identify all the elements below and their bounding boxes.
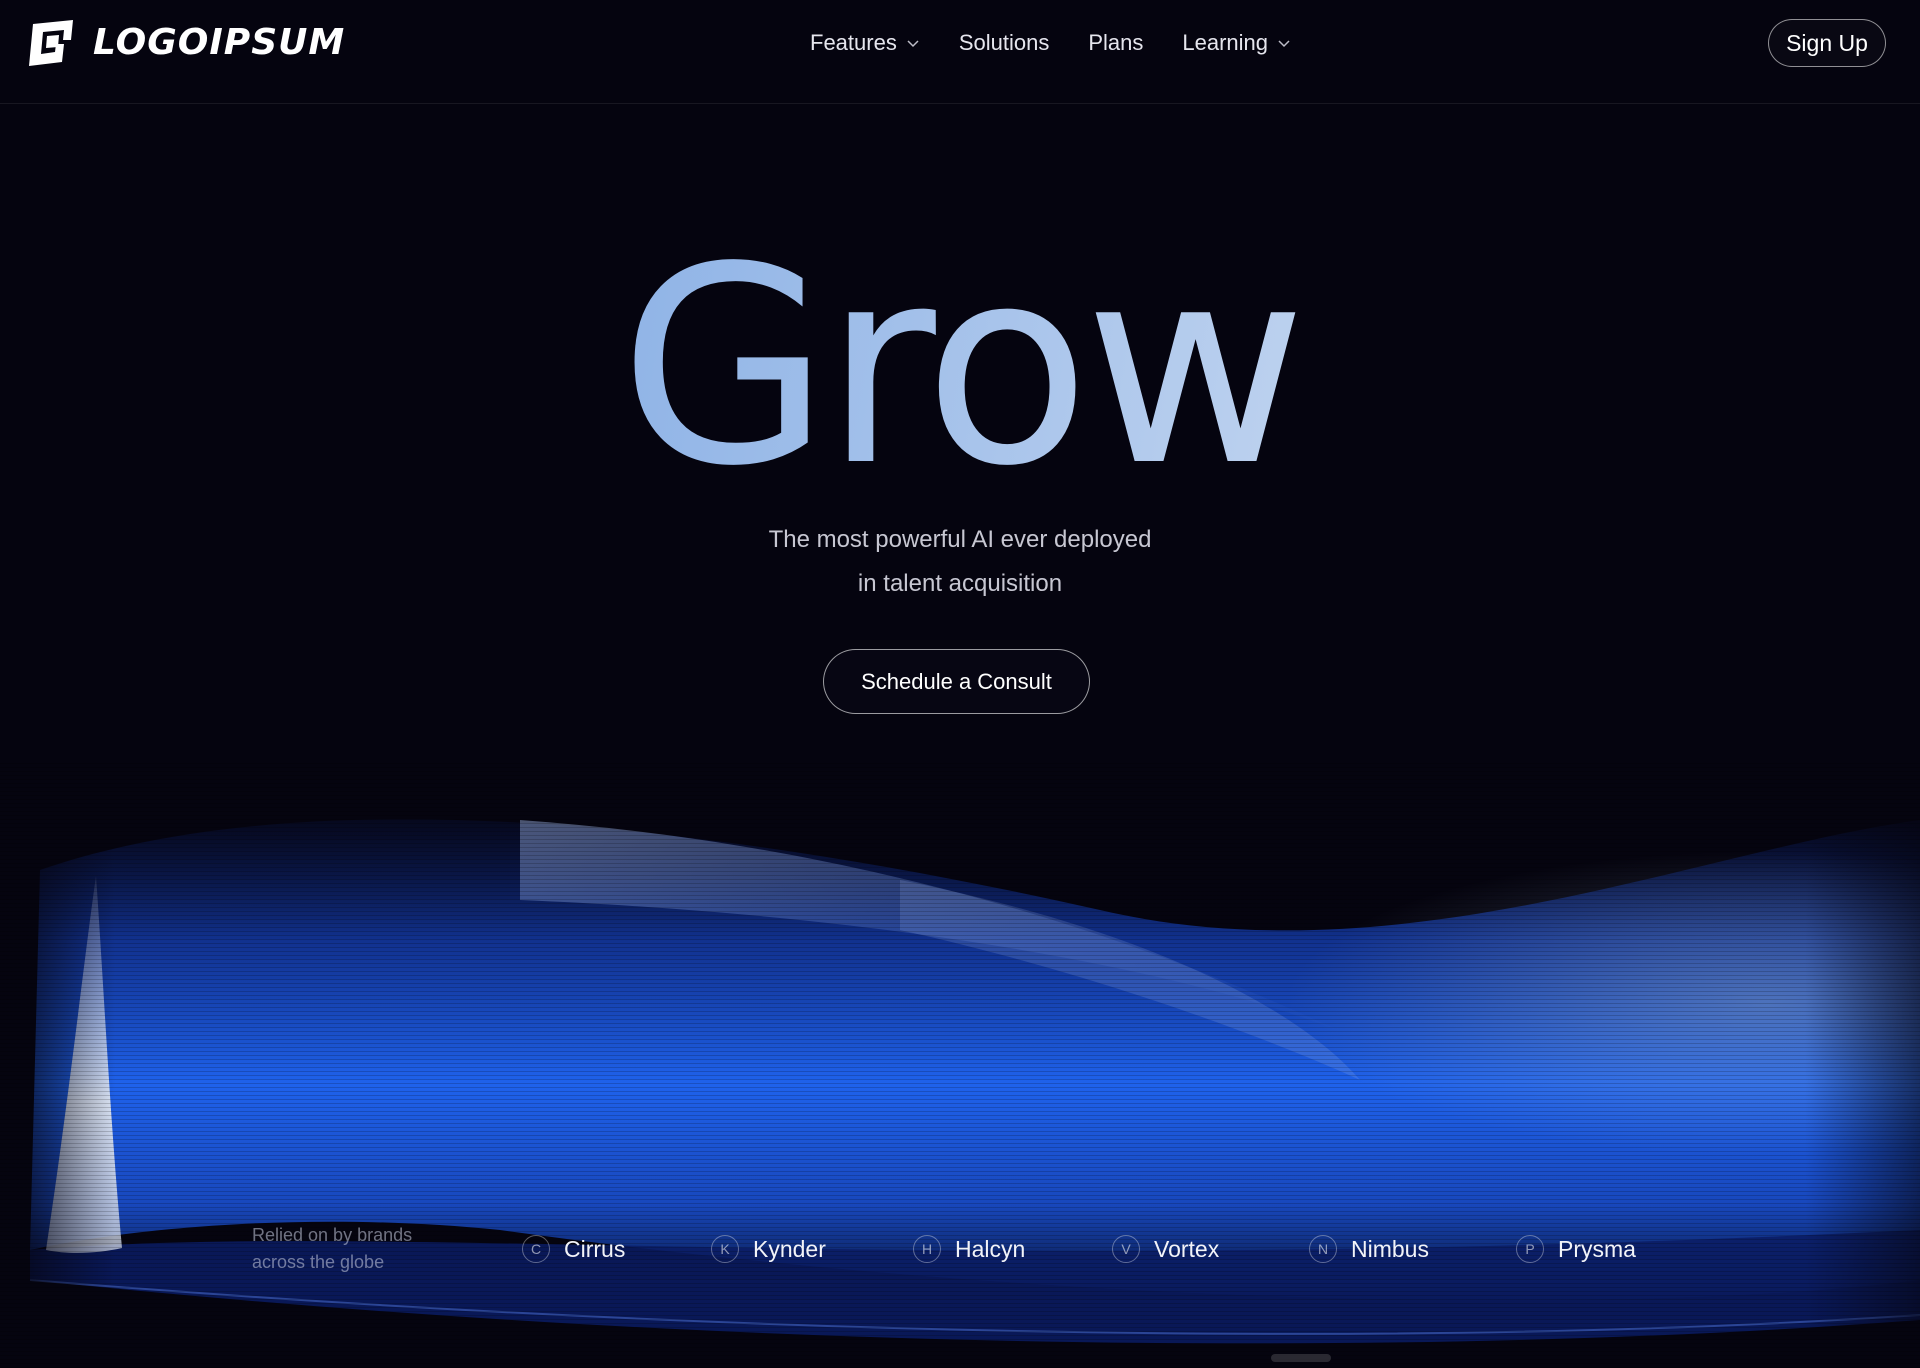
brands-caption-line: Relied on by brands — [252, 1225, 413, 1245]
logo-mark-icon — [29, 20, 73, 66]
chevron-down-icon — [1278, 40, 1290, 48]
site-header: LOGOIPSUM Features Solutions Plans Learn… — [0, 0, 1920, 104]
hero-subtitle-line: The most powerful AI ever deployed — [768, 526, 1152, 553]
brand-name: Kynder — [753, 1235, 826, 1262]
brand-nimbus: N Nimbus — [1309, 1232, 1429, 1266]
brand-initial-badge: V — [1112, 1235, 1140, 1263]
nav-item-solutions[interactable]: Solutions — [959, 30, 1050, 56]
brand-kynder: K Kynder — [711, 1232, 826, 1266]
landing-page: LOGOIPSUM Features Solutions Plans Learn… — [0, 0, 1920, 1368]
logo[interactable]: LOGOIPSUM — [25, 18, 345, 68]
nav-item-label: Features — [810, 30, 897, 55]
main-nav: Features Solutions Plans Learning — [810, 22, 1291, 64]
brand-prysma: P Prysma — [1516, 1232, 1636, 1266]
brand-cirrus: C Cirrus — [522, 1232, 625, 1266]
brand-initial-badge: P — [1516, 1235, 1544, 1263]
nav-item-label: Plans — [1088, 30, 1144, 55]
brand-initial-badge: H — [913, 1235, 941, 1263]
hero-title: Grow — [0, 218, 1920, 518]
nav-item-label: Solutions — [958, 30, 1050, 55]
brand-name: Cirrus — [564, 1235, 626, 1262]
brand-name: Halcyn — [955, 1235, 1026, 1262]
brand-vortex: V Vortex — [1112, 1232, 1219, 1266]
brands-caption: Relied on by brands across the globe — [252, 1222, 442, 1276]
scroll-indicator[interactable] — [1271, 1354, 1331, 1362]
schedule-consult-button[interactable]: Schedule a Consult — [823, 649, 1090, 714]
brand-name: Vortex — [1154, 1235, 1220, 1262]
nav-item-plans[interactable]: Plans — [1088, 30, 1143, 56]
brand-halcyn: H Halcyn — [913, 1232, 1025, 1266]
logo-text: LOGOIPSUM — [93, 22, 346, 63]
hero-subtitle: The most powerful AI ever deployed in ta… — [0, 518, 1920, 606]
chevron-down-icon — [907, 40, 919, 48]
nav-item-label: Learning — [1182, 30, 1269, 55]
sign-up-button[interactable]: Sign Up — [1768, 19, 1886, 67]
brand-initial-badge: N — [1309, 1235, 1337, 1263]
brand-initial-badge: K — [711, 1235, 739, 1263]
nav-item-features[interactable]: Features — [810, 30, 920, 56]
brand-name: Nimbus — [1351, 1235, 1429, 1262]
hero-wave-graphic — [0, 760, 1920, 1368]
nav-item-learning[interactable]: Learning — [1182, 30, 1291, 56]
hero-subtitle-line: in talent acquisition — [857, 570, 1063, 597]
brand-initial-badge: C — [522, 1235, 550, 1263]
brands-caption-line: across the globe — [252, 1252, 385, 1272]
brand-name: Prysma — [1558, 1235, 1636, 1262]
